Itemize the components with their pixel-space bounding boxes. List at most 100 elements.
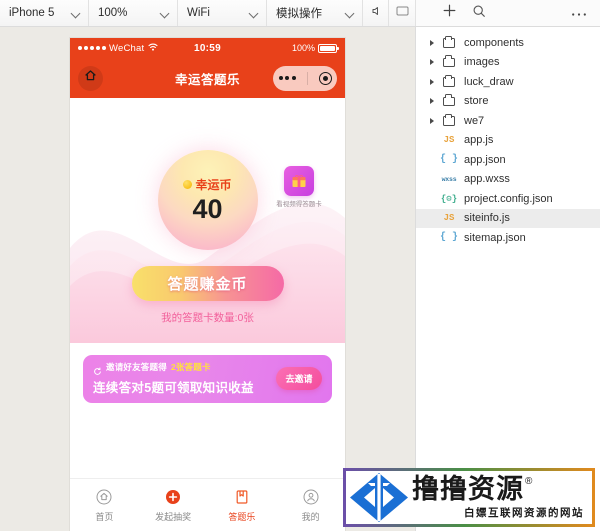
file-row-images[interactable]: images xyxy=(416,53,600,73)
watermark-subtitle: 白嫖互联网资源的网站 xyxy=(464,506,584,519)
coin-label-text: 幸运币 xyxy=(195,178,232,193)
add-button[interactable] xyxy=(434,0,464,26)
folder-icon xyxy=(438,35,460,48)
go-invite-label: 去邀请 xyxy=(285,374,313,384)
folder-icon xyxy=(438,74,460,87)
answer-card-count: 我的答题卡数量:0张 xyxy=(161,312,254,324)
tab-mine-label: 我的 xyxy=(301,511,320,522)
chevron-down-icon xyxy=(72,9,81,18)
file-name: app.json xyxy=(464,153,506,166)
file-explorer: components images luck_draw store we7 JS xyxy=(416,27,600,531)
tab-home-label: 首页 xyxy=(95,511,114,522)
folder-icon xyxy=(438,55,460,67)
invite-section: 邀请好友答题得 2张答题卡 连续答对5题可领取知识收益 去邀请 xyxy=(70,343,345,403)
wxss-file-icon: wxss xyxy=(438,176,460,183)
folder-icon xyxy=(438,94,460,106)
invite-line1-highlight: 2张答题卡 xyxy=(170,362,211,372)
watch-video-card-button[interactable]: 看视频得答题卡 xyxy=(269,166,329,209)
device-selector[interactable]: iPhone 5 xyxy=(0,0,89,26)
file-row-app-wxss[interactable]: wxss app.wxss xyxy=(416,170,600,190)
toolbar-right-group xyxy=(415,0,600,26)
user-circle-icon xyxy=(302,488,320,506)
json-file-icon: { } xyxy=(438,232,460,243)
file-name: luck_draw xyxy=(464,75,514,88)
refresh-icon xyxy=(93,363,102,375)
more-horizontal-icon xyxy=(571,4,587,22)
file-row-project-config-json[interactable]: {⚙} project.config.json xyxy=(416,189,600,209)
chevron-right-icon[interactable] xyxy=(426,39,438,46)
gift-video-icon xyxy=(284,166,314,196)
file-name: siteinfo.js xyxy=(464,212,510,225)
search-icon xyxy=(472,4,486,23)
watermark-title-row: 撸撸资源 ® xyxy=(412,473,586,504)
device-selector-label: iPhone 5 xyxy=(9,7,55,19)
more-options-button[interactable] xyxy=(564,0,594,26)
answer-earn-coins-button[interactable]: 答题赚金币 xyxy=(131,266,284,301)
sound-toggle-button[interactable] xyxy=(363,0,389,26)
coin-icon xyxy=(183,180,193,190)
monitor-icon xyxy=(396,4,409,22)
simulate-action-selector[interactable]: 模拟操作 xyxy=(267,0,363,26)
diamond-logo-icon xyxy=(346,471,412,524)
tab-launch-lottery-label: 发起抽奖 xyxy=(155,511,192,522)
invite-line1-prefix: 邀请好友答题得 xyxy=(106,362,167,372)
file-row-we7[interactable]: we7 xyxy=(416,111,600,131)
folder-icon xyxy=(438,113,460,126)
ellipsis-icon[interactable] xyxy=(278,76,296,80)
registered-mark: ® xyxy=(525,475,534,487)
chevron-right-icon[interactable] xyxy=(426,117,438,124)
screen-toggle-button[interactable] xyxy=(389,0,415,26)
file-row-components[interactable]: components xyxy=(416,33,600,53)
config-badge: {⚙} xyxy=(440,193,458,204)
tab-launch-lottery[interactable]: 发起抽奖 xyxy=(139,488,208,523)
file-name: store xyxy=(464,95,489,108)
file-name: components xyxy=(464,36,524,49)
simulate-action-label: 模拟操作 xyxy=(276,8,322,20)
file-row-sitemap-json[interactable]: { } sitemap.json xyxy=(416,228,600,248)
tab-mine[interactable]: 我的 xyxy=(276,488,345,523)
file-name: app.wxss xyxy=(464,173,510,186)
search-button[interactable] xyxy=(464,0,494,26)
watermark-banner: 撸撸资源 ® 白嫖互联网资源的网站 xyxy=(343,468,595,527)
phone-tab-bar: 首页 发起抽奖 答题乐 我的 xyxy=(70,478,345,531)
file-row-luck-draw[interactable]: luck_draw xyxy=(416,72,600,92)
lucky-coin-display: 幸运币 40 xyxy=(157,150,258,250)
battery-percent-label: 100% xyxy=(291,43,315,53)
chevron-right-icon[interactable] xyxy=(426,59,438,66)
phone-nav-bar: 幸运答题乐 xyxy=(70,58,345,98)
file-name: sitemap.json xyxy=(464,231,526,244)
tab-quiz[interactable]: 答题乐 xyxy=(208,488,277,523)
capsule-divider xyxy=(306,71,308,85)
coin-label-row: 幸运币 xyxy=(183,176,232,193)
file-row-store[interactable]: store xyxy=(416,92,600,112)
file-name: project.config.json xyxy=(464,192,553,205)
hero-section: 幸运币 40 看视频得答题卡 答题赚金币 我的答题卡数量:0张 xyxy=(70,98,345,343)
json-badge: { } xyxy=(439,154,458,166)
file-row-app-json[interactable]: { } app.json xyxy=(416,150,600,170)
simulator-toolbar: iPhone 5 100% WiFi 模拟操作 xyxy=(0,0,600,27)
plus-icon xyxy=(442,3,457,23)
watermark-text-group: 撸撸资源 ® 白嫖互联网资源的网站 xyxy=(412,473,592,520)
file-row-siteinfo-js[interactable]: JS siteinfo.js xyxy=(416,208,600,228)
file-name: we7 xyxy=(464,114,485,127)
invite-friends-card[interactable]: 邀请好友答题得 2张答题卡 连续答对5题可领取知识收益 去邀请 xyxy=(83,355,332,403)
wechat-capsule[interactable] xyxy=(273,65,337,91)
home-outline-icon xyxy=(95,488,113,506)
js-badge: JS xyxy=(443,213,455,224)
chevron-right-icon[interactable] xyxy=(426,78,438,85)
js-file-icon: JS xyxy=(438,213,460,223)
phone-simulator: WeChat 10:59 100% 幸运答题乐 幸运币 40 看视频得答题卡 答… xyxy=(70,38,345,531)
network-selector[interactable]: WiFi xyxy=(178,0,267,26)
chevron-right-icon[interactable] xyxy=(426,98,438,105)
js-badge: JS xyxy=(443,135,455,146)
speaker-icon xyxy=(370,4,382,22)
go-invite-button[interactable]: 去邀请 xyxy=(276,367,322,390)
tab-quiz-label: 答题乐 xyxy=(228,511,256,522)
tab-home[interactable]: 首页 xyxy=(70,488,139,523)
network-selector-label: WiFi xyxy=(187,7,210,19)
target-icon[interactable] xyxy=(318,71,332,85)
watermark-title: 撸撸资源 xyxy=(412,473,524,504)
file-row-app-js[interactable]: JS app.js xyxy=(416,131,600,151)
chevron-down-icon xyxy=(346,9,355,18)
zoom-selector[interactable]: 100% xyxy=(89,0,178,26)
